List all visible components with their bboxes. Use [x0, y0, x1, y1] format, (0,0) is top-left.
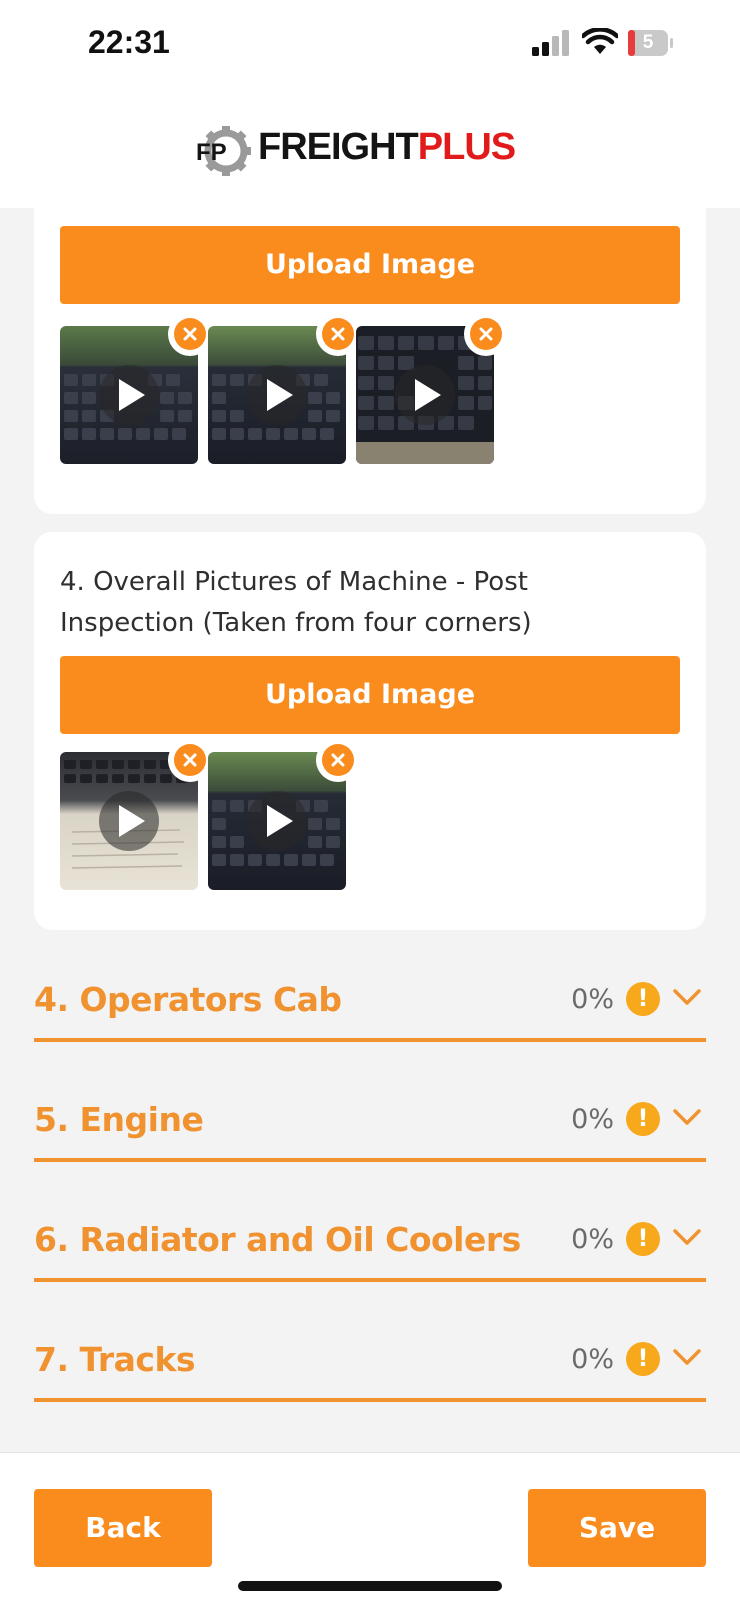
battery-icon: 5	[628, 30, 674, 61]
section-progress: 0%	[571, 984, 614, 1015]
play-icon[interactable]	[395, 365, 455, 425]
play-icon[interactable]	[247, 365, 307, 425]
section-title: 6. Radiator and Oil Coolers	[34, 1220, 521, 1259]
section-progress: 0%	[571, 1224, 614, 1255]
warning-icon: !	[626, 982, 660, 1016]
freightplus-logo: FP FREIGHTPLUS	[196, 126, 546, 176]
back-button[interactable]: Back	[34, 1489, 212, 1567]
chevron-down-icon[interactable]	[672, 1348, 702, 1366]
close-icon	[479, 327, 493, 341]
media-thumbnail[interactable]	[60, 738, 212, 890]
home-indicator[interactable]	[238, 1581, 502, 1591]
status-time: 22:31	[88, 24, 170, 60]
media-thumbnail[interactable]	[356, 312, 508, 464]
close-icon	[331, 327, 345, 341]
photo-upload-card: Upload Image	[34, 208, 706, 514]
media-thumbnail[interactable]	[60, 312, 212, 464]
remove-media-button[interactable]	[464, 312, 508, 356]
warning-icon: !	[626, 1222, 660, 1256]
brand-name: FREIGHTPLUS	[258, 126, 516, 169]
status-bar: 22:31 5	[0, 0, 740, 90]
section-radiator-oil-coolers[interactable]: 6. Radiator and Oil Coolers 0% !	[34, 1208, 706, 1282]
close-icon	[183, 327, 197, 341]
logo-mark: FP	[196, 139, 227, 166]
chevron-down-icon[interactable]	[672, 988, 702, 1006]
section-progress: 0%	[571, 1104, 614, 1135]
section-operators-cab[interactable]: 4. Operators Cab 0% !	[34, 968, 706, 1042]
play-icon[interactable]	[99, 365, 159, 425]
signal-icon	[532, 30, 569, 56]
remove-media-button[interactable]	[168, 738, 212, 782]
remove-media-button[interactable]	[168, 312, 212, 356]
battery-level: 5	[642, 32, 654, 53]
close-icon	[183, 753, 197, 767]
section-tracks[interactable]: 7. Tracks 0% !	[34, 1328, 706, 1402]
chevron-down-icon[interactable]	[672, 1108, 702, 1126]
wifi-icon	[582, 28, 618, 54]
media-thumbnail[interactable]	[208, 738, 360, 890]
save-button[interactable]: Save	[528, 1489, 706, 1567]
remove-media-button[interactable]	[316, 738, 360, 782]
app-header: FP FREIGHTPLUS	[0, 90, 740, 208]
section-title: 5. Engine	[34, 1100, 204, 1139]
chevron-down-icon[interactable]	[672, 1228, 702, 1246]
section-progress: 0%	[571, 1344, 614, 1375]
brand-part-plus: PLUS	[417, 126, 516, 168]
footer-bar: Back Save	[0, 1452, 740, 1600]
section-title: 4. Operators Cab	[34, 980, 342, 1019]
warning-icon: !	[626, 1102, 660, 1136]
play-icon[interactable]	[247, 791, 307, 851]
post-inspection-photos-card: 4. Overall Pictures of Machine - Post In…	[34, 532, 706, 930]
play-icon[interactable]	[99, 791, 159, 851]
close-icon	[331, 753, 345, 767]
upload-image-button[interactable]: Upload Image	[60, 226, 680, 304]
upload-image-button[interactable]: Upload Image	[60, 656, 680, 734]
section-title: 7. Tracks	[34, 1340, 196, 1379]
warning-icon: !	[626, 1342, 660, 1376]
inspection-form[interactable]: Upload Image 4. Overall Pictures of Mach…	[0, 208, 740, 1452]
gear-logo-icon: FP	[196, 126, 251, 176]
card-title: 4. Overall Pictures of Machine - Post In…	[60, 567, 532, 638]
remove-media-button[interactable]	[316, 312, 360, 356]
section-engine[interactable]: 5. Engine 0% !	[34, 1088, 706, 1162]
media-thumbnail[interactable]	[208, 312, 360, 464]
brand-part-freight: FREIGHT	[258, 126, 419, 168]
